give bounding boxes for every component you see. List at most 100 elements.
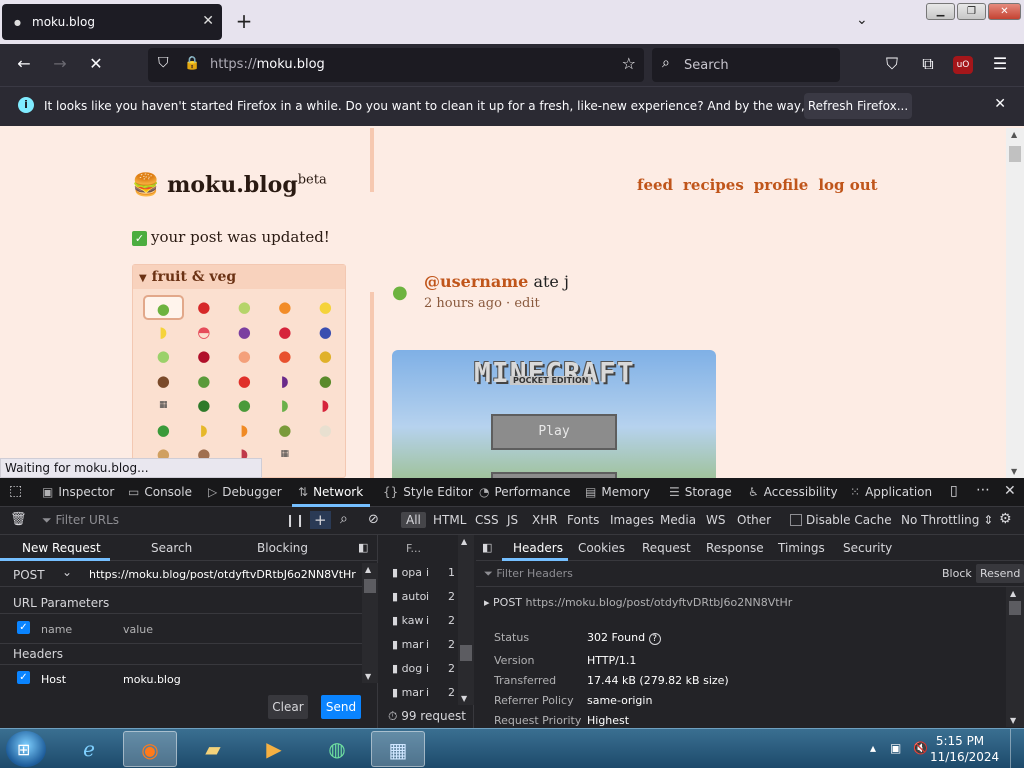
tab-list-chevron-icon[interactable]: ⌄	[856, 12, 868, 28]
tab-console[interactable]: ▭ Console	[128, 485, 192, 499]
resend-button[interactable]: Resend	[976, 564, 1024, 583]
param-value-input[interactable]: value	[123, 623, 153, 636]
filter-all[interactable]: All	[401, 512, 426, 528]
element-picker-icon[interactable]: ⬚	[9, 483, 22, 499]
nav-logout[interactable]: log out	[818, 176, 877, 194]
new-tab-icon[interactable]: +	[232, 10, 256, 34]
tab-inspector[interactable]: ▣ Inspector	[42, 485, 114, 499]
network-tray-icon[interactable]: ▣	[890, 741, 901, 755]
lemon-icon[interactable]: ●	[305, 295, 346, 320]
request-summary[interactable]: ▸ POST https://moku.blog/post/otdyftvDRt…	[484, 596, 792, 609]
scroll-thumb[interactable]	[364, 579, 376, 593]
page-scrollbar[interactable]: ▲ ▼	[1006, 128, 1024, 478]
list-item[interactable]: ▮ kaw i 2	[392, 614, 455, 627]
tab-search[interactable]: Search	[151, 541, 192, 555]
olive-icon[interactable]: ●	[265, 418, 306, 443]
search-bar[interactable]: ⌕ Search	[652, 48, 840, 82]
collapse-panel-icon[interactable]: ◧	[358, 541, 368, 554]
filter-css[interactable]: CSS	[475, 513, 499, 527]
sidebar-toggle-icon[interactable]: ◧	[482, 541, 492, 554]
scroll-thumb[interactable]	[460, 645, 472, 661]
filter-js[interactable]: JS	[507, 513, 518, 527]
nav-profile[interactable]: profile	[754, 176, 809, 194]
garlic-icon[interactable]: ●	[305, 418, 346, 443]
red-apple-icon[interactable]: ●	[184, 295, 225, 320]
app-globe-icon[interactable]: ◍	[310, 731, 364, 767]
tab-style-editor[interactable]: {} Style Editor	[383, 485, 473, 499]
scroll-down-icon[interactable]: ▼	[365, 672, 371, 681]
new-request-plus-icon[interactable]: +	[310, 511, 331, 529]
back-arrow-icon[interactable]: ←	[13, 54, 35, 73]
browser-tab[interactable]: ● moku.blog ✕	[2, 4, 222, 40]
kiwi-icon[interactable]: ●	[184, 369, 225, 394]
pear-icon[interactable]: ●	[224, 295, 265, 320]
param-name-input[interactable]: name	[41, 623, 72, 636]
devtools-close-icon[interactable]: ✕	[1004, 483, 1016, 499]
watermelon-icon[interactable]: ◓	[184, 320, 225, 345]
list-item[interactable]: ▮ auto i 2	[392, 590, 455, 603]
trash-icon[interactable]: 🗑	[10, 512, 27, 527]
coconut-icon[interactable]: ●	[143, 369, 184, 394]
start-button[interactable]: ⊞	[6, 731, 46, 767]
carrot-icon[interactable]: ◗	[224, 418, 265, 443]
minimize-button[interactable]: ▁	[926, 3, 955, 20]
tab-security[interactable]: Security	[843, 541, 892, 555]
more-options-icon[interactable]: ⋯	[976, 482, 990, 498]
blueberries-icon[interactable]: ●	[305, 320, 346, 345]
volume-muted-icon[interactable]: 🔇	[913, 741, 928, 755]
tab-memory[interactable]: ▤ Memory	[585, 485, 650, 499]
scroll-down-icon[interactable]: ▼	[1010, 716, 1016, 725]
tab-new-request[interactable]: New Request	[22, 541, 101, 555]
tab-blocking[interactable]: Blocking	[257, 541, 308, 555]
show-hidden-icons[interactable]: ▴	[870, 741, 876, 755]
melon-icon[interactable]: ●	[143, 344, 184, 369]
settings-gear-icon[interactable]: ⚙	[999, 511, 1012, 527]
details-scrollbar[interactable]: ▲ ▼	[1006, 587, 1024, 727]
refresh-firefox-button[interactable]: Refresh Firefox...	[804, 93, 912, 119]
tab-debugger[interactable]: ▷ Debugger	[208, 485, 282, 499]
url-text[interactable]: https://moku.blog	[210, 57, 325, 72]
method-chevron-icon[interactable]: ⌄	[62, 565, 72, 579]
list-item[interactable]: ▮ mar i 2	[392, 686, 455, 699]
list-scrollbar[interactable]: ▲ ▼	[458, 535, 474, 705]
scroll-up-icon[interactable]: ▲	[461, 537, 467, 546]
mango-icon[interactable]: ●	[265, 344, 306, 369]
header-name-input[interactable]: Host	[41, 673, 66, 686]
filter-html[interactable]: HTML	[433, 513, 466, 527]
scroll-down-icon[interactable]: ▼	[1011, 467, 1017, 476]
ublock-origin-icon[interactable]: uO	[953, 56, 973, 74]
param-checkbox[interactable]: ✓	[17, 621, 30, 634]
filter-images[interactable]: Images	[610, 513, 654, 527]
scroll-thumb[interactable]	[1009, 146, 1021, 162]
system-clock[interactable]: 5:15 PM 11/16/2024	[930, 733, 999, 765]
leafy-green-icon[interactable]: ●	[224, 393, 265, 418]
tab-storage[interactable]: ☰ Storage	[669, 485, 732, 499]
tab-request[interactable]: Request	[642, 541, 691, 555]
tomato-icon[interactable]: ●	[224, 369, 265, 394]
pause-icon[interactable]: ❙❙	[285, 513, 305, 527]
request-url-input[interactable]: https://moku.blog/post/otdyftvDRtbJ6o2NN…	[89, 568, 356, 581]
file-explorer-icon[interactable]: ▰	[186, 731, 240, 767]
post-edit-link[interactable]: edit	[514, 296, 539, 311]
scroll-up-icon[interactable]: ▲	[1010, 589, 1016, 598]
window-close-button[interactable]: ✕	[988, 3, 1021, 20]
bell-pepper-icon[interactable]: ●	[143, 418, 184, 443]
control-panel-icon[interactable]: ▦	[371, 731, 425, 767]
scroll-up-icon[interactable]: ▲	[1011, 130, 1017, 139]
list-item[interactable]: ▮ mar i 2	[392, 638, 455, 651]
filter-xhr[interactable]: XHR	[532, 513, 558, 527]
method-select[interactable]: POST	[13, 568, 45, 582]
list-item[interactable]: ▮ dog i 2	[392, 662, 455, 675]
filter-other[interactable]: Other	[737, 513, 771, 527]
cherries-icon[interactable]: ●	[184, 344, 225, 369]
filter-fonts[interactable]: Fonts	[567, 513, 599, 527]
tab-close-icon[interactable]: ✕	[202, 13, 214, 29]
filter-headers-input[interactable]: ⏷ Filter Headers	[484, 567, 573, 581]
tab-application[interactable]: ⁙ Application	[850, 485, 932, 499]
green-apple-icon[interactable]: ●	[143, 295, 184, 320]
eggplant-icon[interactable]: ◗	[265, 369, 306, 394]
throttling-select[interactable]: No Throttling ⇕	[901, 513, 993, 527]
tab-network[interactable]: ⇅ Network	[298, 485, 363, 499]
help-icon[interactable]: ?	[648, 633, 661, 645]
scroll-up-icon[interactable]: ▲	[365, 565, 371, 574]
